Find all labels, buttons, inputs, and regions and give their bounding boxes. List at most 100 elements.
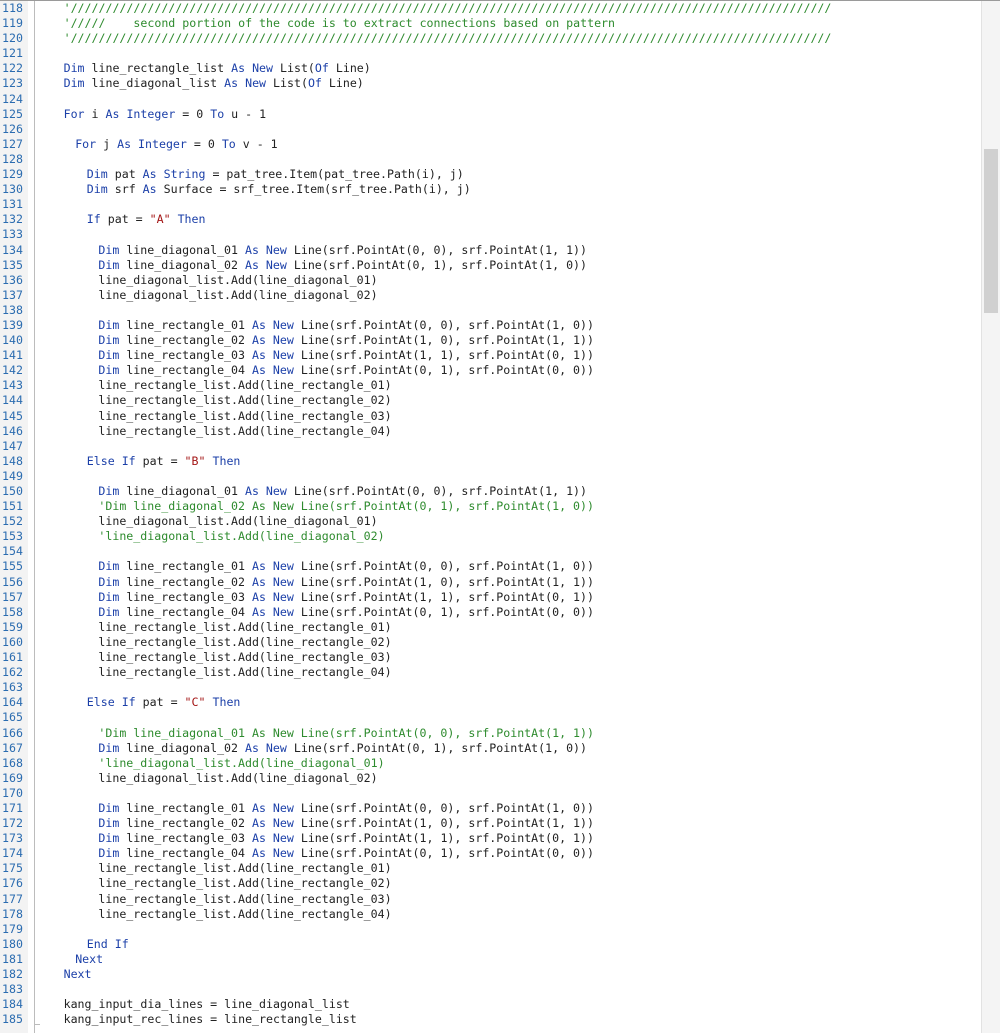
line-number: 168 (2, 755, 23, 770)
line-number: 129 (2, 167, 23, 182)
line-number: 157 (2, 589, 23, 604)
code-text: line_rectangle_list.Add(line_rectangle_0… (52, 620, 391, 635)
code-token: List( (273, 61, 315, 76)
line-number: 131 (2, 197, 23, 212)
line-number: 133 (2, 227, 23, 242)
code-text: For i As Integer = 0 To u - 1 (52, 107, 266, 122)
code-token: line_rectangle_02 (119, 574, 252, 589)
line-number: 126 (2, 121, 23, 136)
code-token: line_diagonal_list.Add(line_diagonal_02) (98, 287, 378, 302)
code-token: line_rectangle_list.Add(line_rectangle_0… (98, 861, 392, 876)
code-token: Line(srf.PointAt(1, 1), srf.PointAt(0, 1… (293, 589, 595, 604)
code-text: line_rectangle_list.Add(line_rectangle_0… (52, 907, 391, 922)
code-text: line_rectangle_list.Add(line_rectangle_0… (52, 665, 391, 680)
code-token: Line(srf.PointAt(1, 0), srf.PointAt(1, 1… (293, 816, 595, 831)
line-number: 162 (2, 665, 23, 680)
keyword-token: As New (231, 61, 274, 76)
keyword-token: Else If (86, 695, 136, 710)
line-number: 130 (2, 182, 23, 197)
code-text: Dim line_diagonal_01 As New Line(srf.Poi… (52, 243, 587, 258)
code-text: Dim line_rectangle_03 As New Line(srf.Po… (52, 348, 594, 363)
code-text: line_rectangle_list.Add(line_rectangle_0… (52, 892, 391, 907)
keyword-token: Then (212, 453, 241, 468)
keyword-token: End If (86, 936, 129, 951)
code-text: 'Dim line_diagonal_01 As New Line(srf.Po… (52, 726, 594, 741)
code-editor[interactable]: 118 '////////////////////////////////////… (0, 0, 1000, 1033)
code-token: Line) (328, 61, 371, 76)
code-text: 'line_diagonal_list.Add(line_diagonal_01… (52, 756, 384, 771)
keyword-token: As New (244, 242, 287, 257)
line-number: 154 (2, 544, 23, 559)
line-number: 166 (2, 725, 23, 740)
line-number: 145 (2, 408, 23, 423)
code-text: Else If pat = "B" Then (52, 453, 241, 469)
keyword-token: Then (212, 695, 241, 710)
code-token: Line(srf.PointAt(0, 1), srf.PointAt(1, 0… (286, 740, 588, 755)
code-text: '///////////////////////////////////////… (52, 31, 832, 46)
code-text: line_rectangle_list.Add(line_rectangle_0… (52, 409, 391, 424)
code-text: Dim line_rectangle_01 As New Line(srf.Po… (52, 559, 594, 574)
keyword-token: Else If (86, 453, 136, 468)
line-number: 179 (2, 921, 23, 936)
line-number: 128 (2, 151, 23, 166)
line-number: 169 (2, 770, 23, 785)
code-token: line_rectangle_list.Add(line_rectangle_0… (98, 876, 392, 891)
keyword-token: Dim (98, 348, 120, 363)
line-number: 138 (2, 302, 23, 317)
code-token: Line(srf.PointAt(0, 0), srf.PointAt(1, 1… (286, 242, 588, 257)
code-text: line_rectangle_list.Add(line_rectangle_0… (52, 876, 392, 891)
code-token: pat = (100, 212, 150, 227)
code-text: line_rectangle_list.Add(line_rectangle_0… (52, 393, 391, 408)
fold-guide-end (34, 1024, 40, 1025)
line-number: 124 (2, 91, 23, 106)
code-text: Dim line_rectangle_01 As New Line(srf.Po… (52, 318, 594, 333)
line-number: 125 (2, 106, 23, 121)
code-token: line_diagonal_list.Add(line_diagonal_01) (98, 514, 378, 529)
keyword-token: Dim (98, 317, 120, 332)
line-number: 119 (2, 16, 23, 31)
line-number: 174 (2, 846, 23, 861)
keyword-token: Dim (63, 61, 85, 76)
line-number: 153 (2, 529, 23, 544)
keyword-token: As New (251, 831, 294, 846)
keyword-token: Dim (98, 831, 120, 846)
line-number: 159 (2, 619, 23, 634)
keyword-token: Next (63, 967, 92, 981)
code-text: Dim line_diagonal_01 As New Line(srf.Poi… (52, 484, 587, 499)
code-token: line_rectangle_04 (119, 604, 252, 619)
code-token: line_rectangle_03 (119, 589, 252, 604)
code-token: pat = (135, 695, 185, 710)
line-number: 164 (2, 695, 23, 710)
line-number: 150 (2, 484, 23, 498)
code-token: line_diagonal_01 (119, 242, 245, 257)
line-number: 148 (2, 453, 23, 468)
line-number: 135 (2, 257, 23, 272)
code-token: List( (266, 76, 308, 91)
keyword-token: As New (244, 484, 287, 498)
keyword-token: Of (314, 61, 329, 76)
code-text: Dim line_rectangle_02 As New Line(srf.Po… (52, 816, 594, 831)
code-text: Dim srf As Surface = srf_tree.Item(srf_t… (52, 182, 471, 197)
code-text: Dim line_diagonal_02 As New Line(srf.Poi… (52, 258, 587, 273)
code-token: Line(srf.PointAt(0, 1), srf.PointAt(0, 0… (293, 846, 595, 861)
code-token: Line(srf.PointAt(0, 0), srf.PointAt(1, 0… (293, 317, 595, 332)
vertical-scrollbar[interactable] (981, 1, 1000, 1033)
line-number: 140 (2, 333, 23, 348)
code-token: kang_input_rec_lines = line_rectangle_li… (63, 1012, 357, 1027)
comment-token: '///////////////////////////////////////… (63, 1, 832, 15)
code-token: line_rectangle_list.Add(line_rectangle_0… (98, 650, 392, 665)
keyword-token: Dim (98, 574, 120, 589)
line-number: 170 (2, 785, 23, 800)
code-text: Dim line_rectangle_04 As New Line(srf.Po… (52, 846, 594, 861)
code-token: line_diagonal_02 (119, 740, 245, 755)
line-number: 118 (2, 1, 23, 15)
keyword-token: As New (251, 348, 294, 363)
keyword-token: As New (251, 333, 294, 348)
code-text: 'Dim line_diagonal_02 As New Line(srf.Po… (52, 499, 594, 514)
scrollbar-thumb[interactable] (984, 149, 998, 313)
line-number: 173 (2, 831, 23, 846)
code-token: line_diagonal_01 (119, 484, 245, 498)
code-text: Dim line_rectangle_02 As New Line(srf.Po… (52, 575, 594, 590)
code-text: Dim pat As String = pat_tree.Item(pat_tr… (52, 167, 464, 182)
